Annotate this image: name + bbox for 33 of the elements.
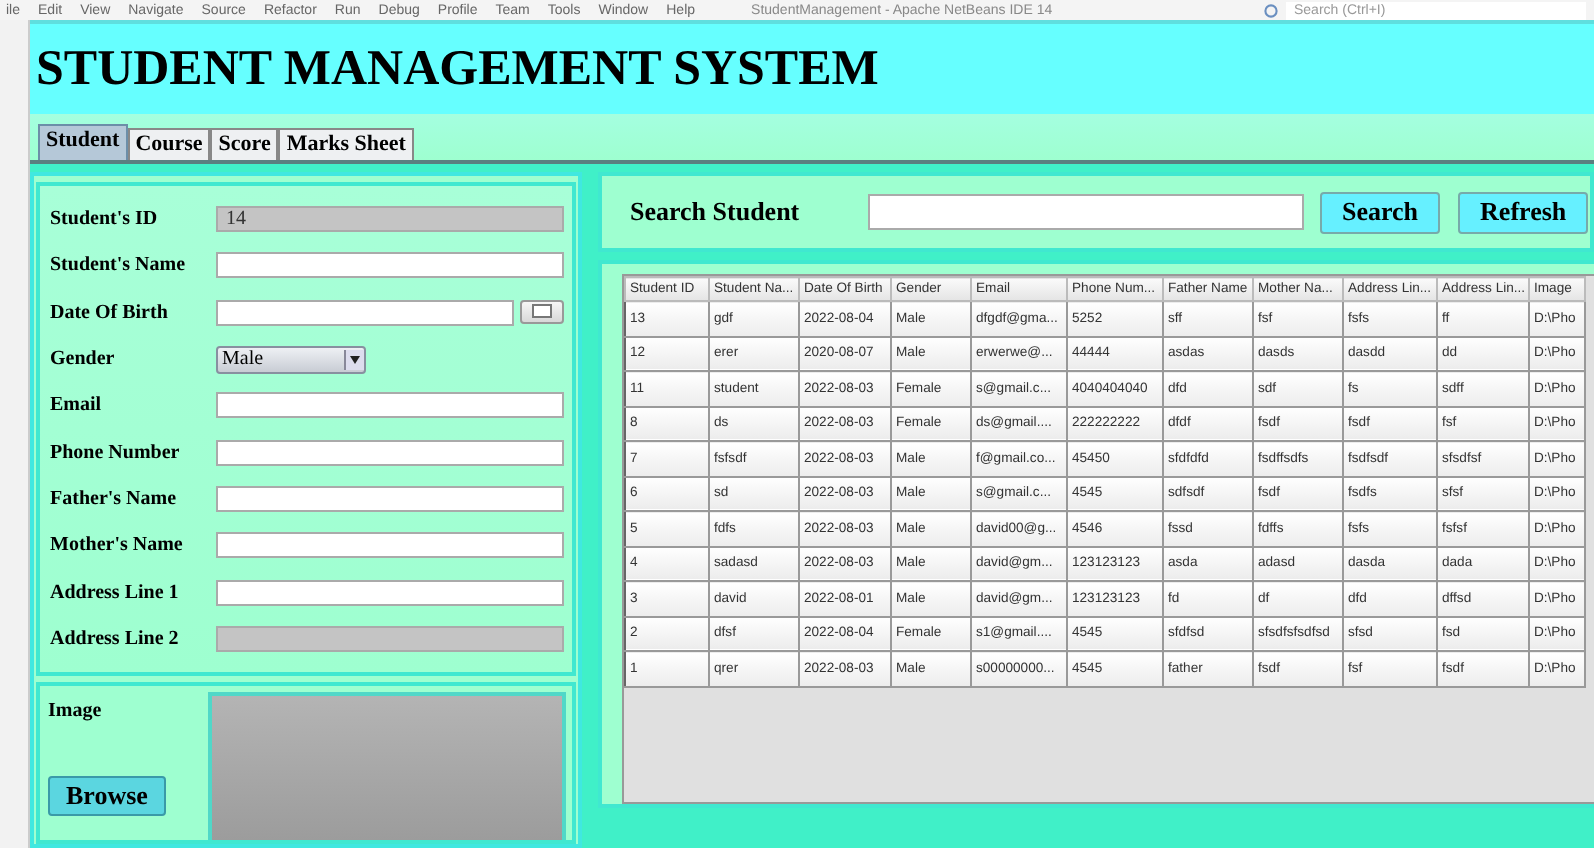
gender-dropdown[interactable]: Male <box>216 345 366 374</box>
input-field[interactable] <box>216 579 564 606</box>
field-label: Email <box>50 394 104 417</box>
field-label: Date Of Birth <box>50 301 170 324</box>
tab[interactable]: Marks Sheet <box>278 128 414 160</box>
input-field[interactable] <box>216 439 564 466</box>
tab[interactable]: Score <box>210 128 279 160</box>
calendar-icon <box>532 304 552 319</box>
image-label: Image <box>48 699 104 722</box>
date-field[interactable] <box>216 299 514 326</box>
input-field[interactable] <box>216 252 564 279</box>
field-label: Address Line 1 <box>50 581 181 604</box>
field-label: Mother's Name <box>50 534 185 557</box>
field-label: Gender <box>50 348 117 371</box>
search-field[interactable] <box>868 194 1304 230</box>
search-icon[interactable] <box>1264 3 1278 17</box>
field-label: Student's ID <box>50 208 160 231</box>
input-field[interactable] <box>216 485 564 512</box>
calendar-button[interactable] <box>520 299 564 324</box>
tab[interactable]: Course <box>127 128 211 160</box>
field-label: Address Line 2 <box>50 627 181 650</box>
toolbar-button[interactable]: Refresh <box>1458 191 1589 233</box>
caret-icon <box>344 349 364 370</box>
app-title: STUDENT MANAGEMENT SYSTEM <box>36 41 879 97</box>
browse-button[interactable]: Browse <box>48 775 166 816</box>
field-label: Father's Name <box>50 487 179 510</box>
input-field[interactable] <box>216 392 564 419</box>
tab[interactable]: Student <box>38 124 128 160</box>
field-label: Student's Name <box>50 254 188 277</box>
toolbar-button[interactable]: Search <box>1320 191 1441 233</box>
input-field[interactable] <box>216 532 564 559</box>
search-label: Search Student <box>630 196 802 228</box>
field-label: Phone Number <box>50 441 182 464</box>
